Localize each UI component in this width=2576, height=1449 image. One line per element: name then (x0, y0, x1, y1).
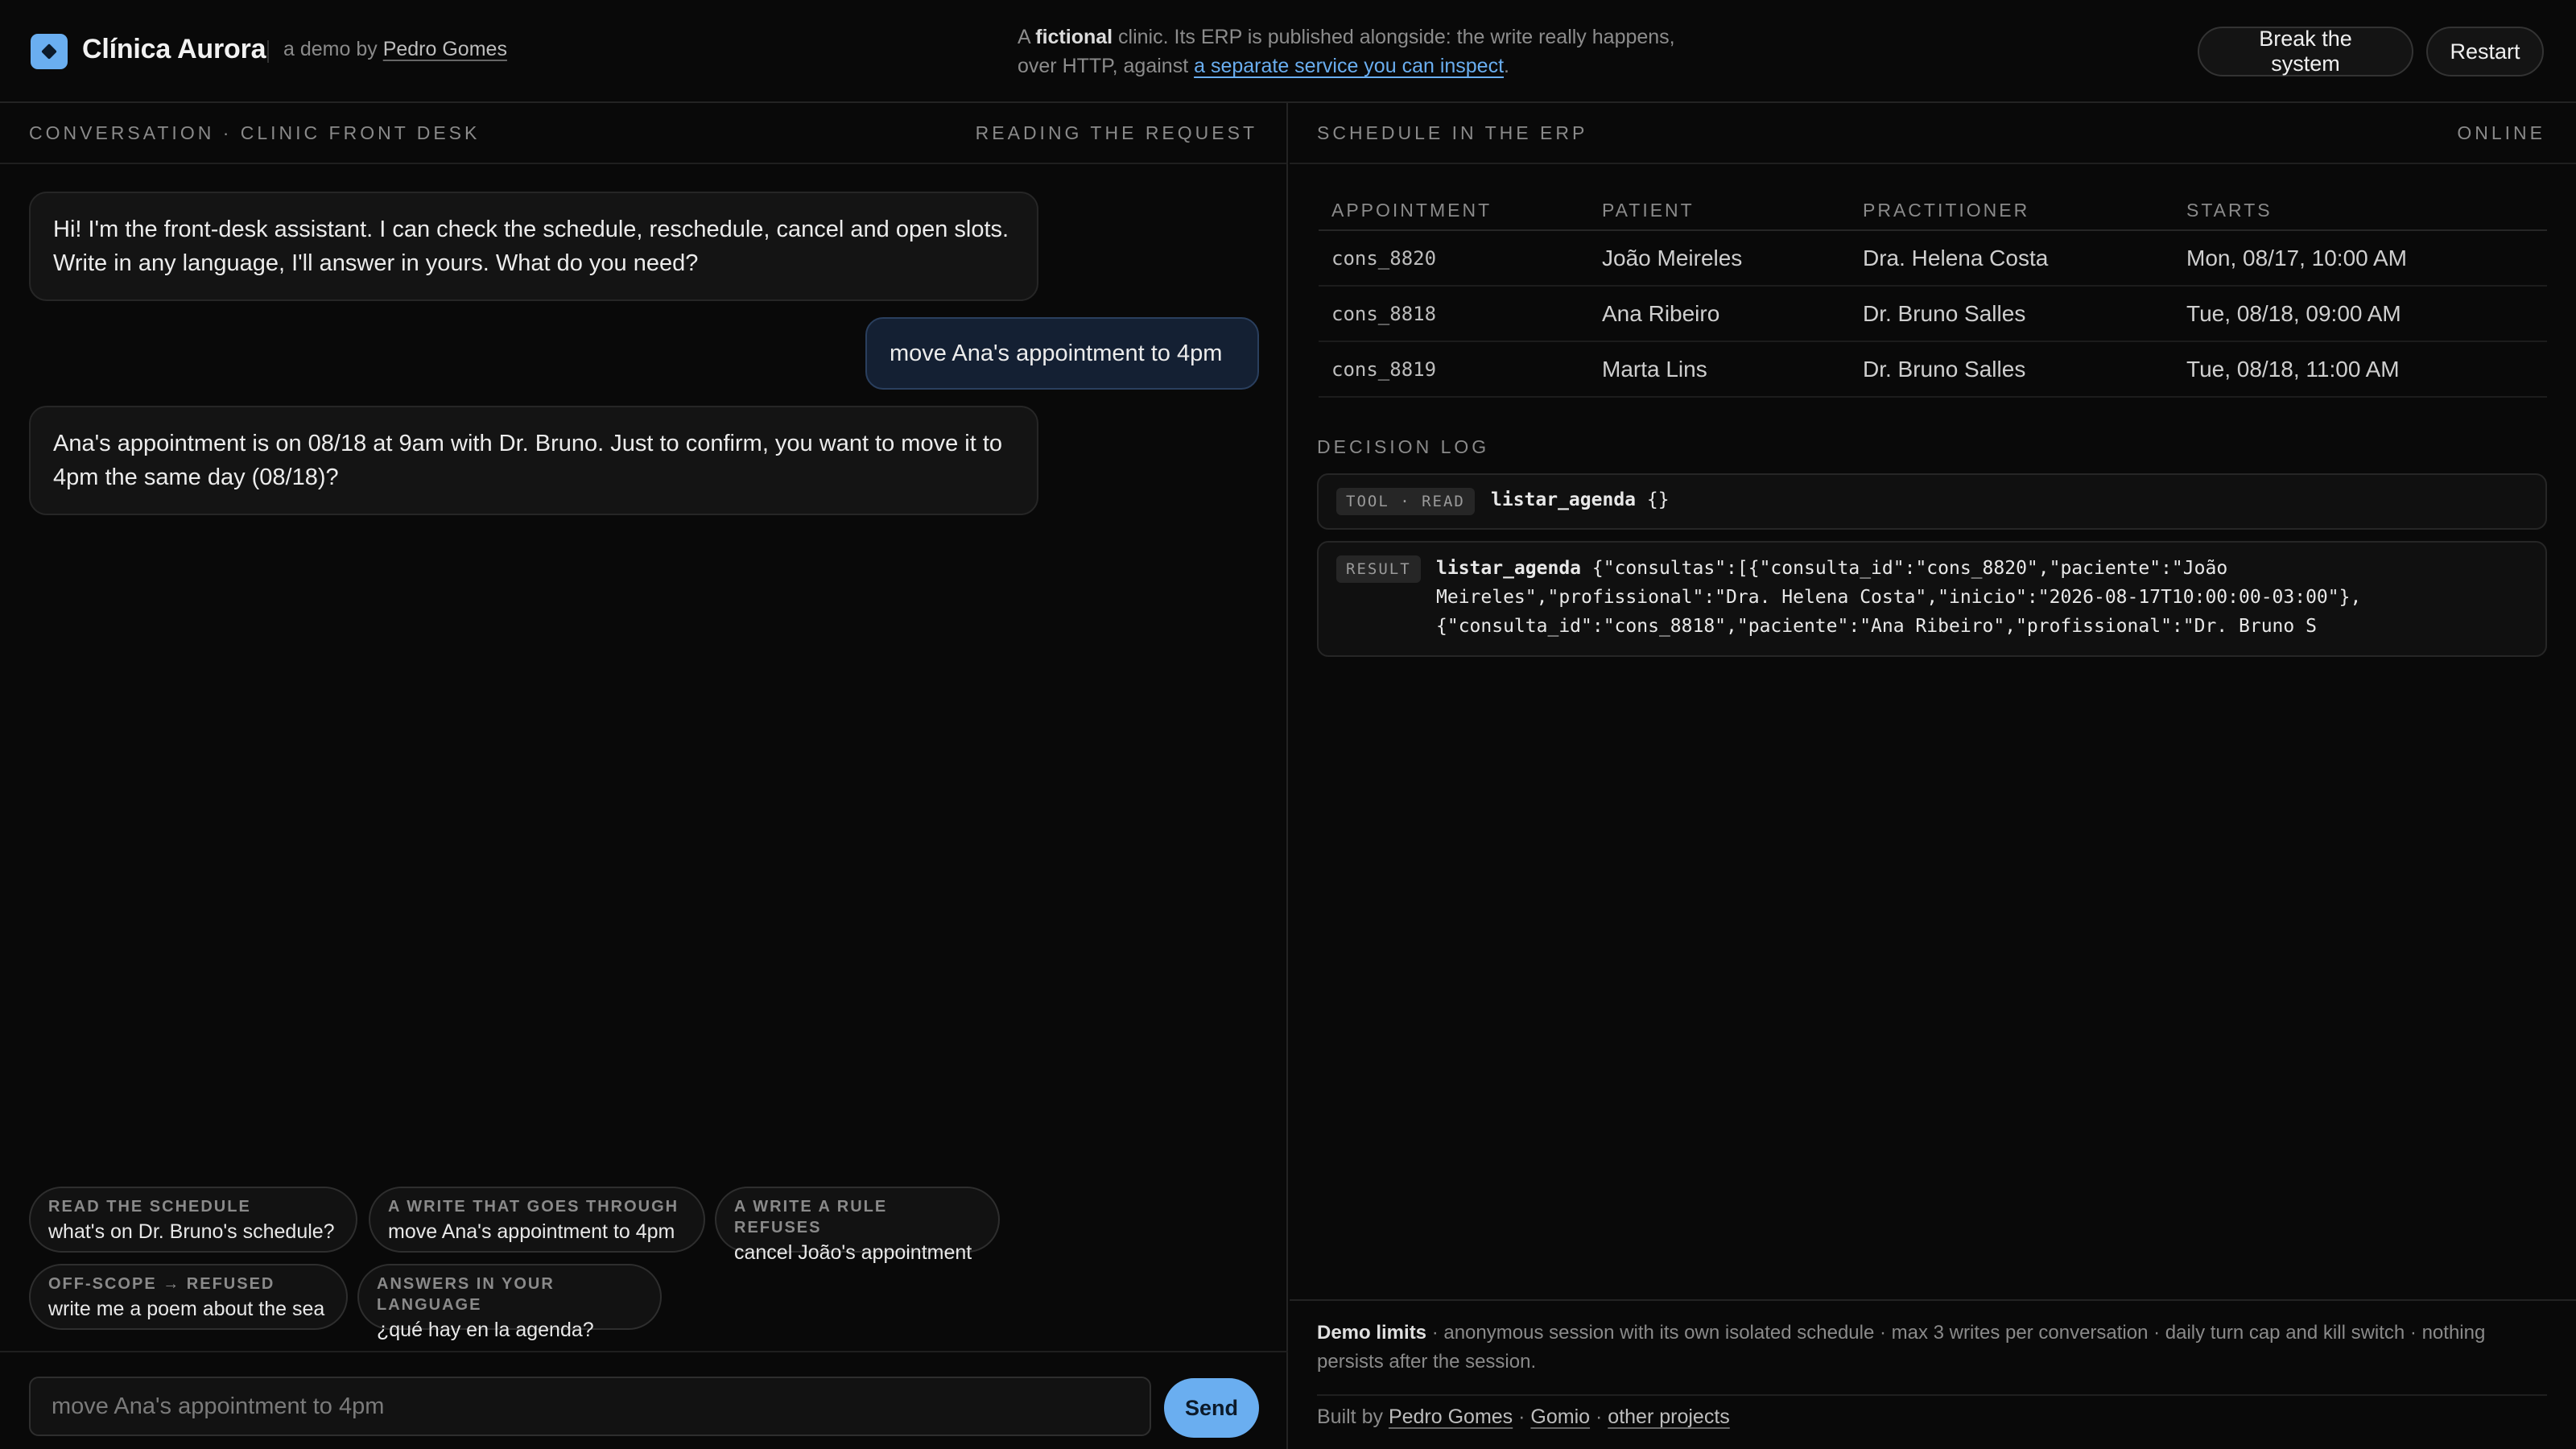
suggestion-chip-off-scope[interactable]: OFF-SCOPE → REFUSED write me a poem abou… (29, 1264, 348, 1330)
byline: a demo by Pedro Gomes (283, 38, 507, 61)
log-tag: RESULT (1336, 555, 1421, 583)
table-row: cons_8820 João Meireles Dra. Helena Cost… (1319, 230, 2547, 287)
assistant-message: Hi! I'm the front-desk assistant. I can … (29, 192, 1038, 301)
note-bold: fictional (1035, 26, 1113, 48)
assistant-message: Ana's appointment is on 08/18 at 9am wit… (29, 406, 1038, 515)
author-link[interactable]: Pedro Gomes (383, 38, 507, 60)
log-call: listar_agenda {} (1491, 489, 1670, 510)
header-note: A fictional clinic. Its ERP is published… (1018, 23, 1726, 80)
demo-limits-label: Demo limits (1317, 1322, 1427, 1344)
tool-name: listar_agenda (1491, 489, 1637, 510)
appointment-id: cons_8819 (1319, 341, 1589, 398)
log-entry-tool-read: TOOL · READ listar_agenda {} (1317, 473, 2547, 530)
suggestion-kind: READ THE SCHEDULE (48, 1198, 251, 1216)
result-payload: listar_agenda {"consultas":[{"consulta_i… (1436, 554, 2361, 641)
brand-name: Clínica Aurora (82, 34, 266, 64)
suggestion-kind: OFF-SCOPE → REFUSED (48, 1275, 275, 1293)
suggestion-text: what's on Dr. Bruno's schedule? (48, 1220, 335, 1243)
schedule-table: APPOINTMENT PATIENT PRACTITIONER STARTS … (1319, 192, 2547, 398)
erp-title: SCHEDULE IN THE ERP (1317, 122, 1588, 143)
column-header: PRACTITIONER (1850, 192, 2174, 231)
message-composer: Send (0, 1351, 1288, 1449)
practitioner-cell: Dr. Bruno Salles (1850, 286, 2174, 342)
top-header: Clínica Aurora a demo by Pedro Gomes A f… (0, 0, 2576, 103)
result-tool-name: listar_agenda (1436, 558, 1582, 579)
result-line: {"consulta_id":"cons_8818","paciente":"A… (1436, 616, 2317, 637)
note-a: A (1018, 26, 1030, 48)
suggestion-text: move Ana's appointment to 4pm (388, 1220, 675, 1243)
erp-pane: SCHEDULE IN THE ERP ONLINE APPOINTMENT P… (1290, 103, 2576, 1449)
note-end: . (1504, 55, 1509, 77)
column-header: PATIENT (1589, 192, 1850, 231)
result-line: {"consultas":[{"consulta_id":"cons_8820"… (1591, 558, 2228, 579)
demo-limits-text: · anonymous session with its own isolate… (1317, 1322, 2486, 1373)
appointment-id: cons_8818 (1319, 286, 1589, 342)
suggestion-chip-language[interactable]: ANSWERS IN YOUR LANGUAGE ¿qué hay en la … (357, 1264, 662, 1341)
conversation-status: READING THE REQUEST (975, 122, 1257, 143)
footer-divider (1317, 1394, 2547, 1396)
conversation-header: CONVERSATION · CLINIC FRONT DESK READING… (0, 103, 1286, 164)
starts-cell: Tue, 08/18, 09:00 AM (2174, 286, 2547, 342)
decision-log-title: DECISION LOG (1317, 436, 1490, 457)
patient-cell: João Meireles (1589, 230, 1850, 287)
appointment-id: cons_8820 (1319, 230, 1589, 287)
suggestion-kind: A WRITE A RULE REFUSES (734, 1198, 888, 1236)
suggestion-chip-write-refused[interactable]: A WRITE A RULE REFUSES cancel João's app… (715, 1187, 1000, 1264)
clinic-logo-icon (31, 34, 68, 69)
conversation-title: CONVERSATION · CLINIC FRONT DESK (29, 122, 481, 143)
patient-cell: Ana Ribeiro (1589, 286, 1850, 342)
footer-separator: · (1518, 1406, 1525, 1428)
brand-divider (267, 40, 269, 63)
suggestion-chip-read-schedule[interactable]: READ THE SCHEDULE what's on Dr. Bruno's … (29, 1187, 357, 1253)
restart-button[interactable]: Restart (2426, 27, 2544, 76)
byline-prefix: a demo by (283, 38, 378, 60)
gomio-link[interactable]: Gomio (1530, 1406, 1590, 1428)
table-header-row: APPOINTMENT PATIENT PRACTITIONER STARTS (1319, 192, 2547, 231)
built-by: Built by Pedro Gomes · Gomio · other pro… (1317, 1406, 1730, 1429)
suggestion-chip-write-through[interactable]: A WRITE THAT GOES THROUGH move Ana's app… (369, 1187, 705, 1253)
log-tag: TOOL · READ (1336, 488, 1475, 515)
suggestion-text: write me a poem about the sea (48, 1298, 325, 1320)
page-footer: Demo limits · anonymous session with its… (1290, 1299, 2576, 1449)
break-system-button[interactable]: Break the system (2198, 27, 2413, 76)
table-row: cons_8818 Ana Ribeiro Dr. Bruno Salles T… (1319, 286, 2547, 342)
practitioner-cell: Dr. Bruno Salles (1850, 341, 2174, 398)
starts-cell: Mon, 08/17, 10:00 AM (2174, 230, 2547, 287)
footer-separator: · (1596, 1406, 1603, 1428)
send-button[interactable]: Send (1164, 1378, 1259, 1438)
starts-cell: Tue, 08/18, 11:00 AM (2174, 341, 2547, 398)
suggestion-kind: A WRITE THAT GOES THROUGH (388, 1198, 679, 1216)
patient-cell: Marta Lins (1589, 341, 1850, 398)
practitioner-cell: Dra. Helena Costa (1850, 230, 2174, 287)
message-input[interactable] (29, 1377, 1151, 1436)
tool-args: {} (1646, 489, 1670, 510)
demo-limits: Demo limits · anonymous session with its… (1317, 1319, 2541, 1377)
table-row: cons_8819 Marta Lins Dr. Bruno Salles Tu… (1319, 341, 2547, 398)
author-footer-link[interactable]: Pedro Gomes (1389, 1406, 1513, 1428)
suggestion-text: ¿qué hay en la agenda? (377, 1319, 594, 1341)
erp-service-link[interactable]: a separate service you can inspect (1194, 55, 1504, 77)
suggestion-kind: ANSWERS IN YOUR LANGUAGE (377, 1275, 555, 1314)
erp-header: SCHEDULE IN THE ERP ONLINE (1290, 103, 2576, 164)
column-header: STARTS (2174, 192, 2547, 231)
built-by-label: Built by (1317, 1406, 1383, 1428)
user-message: move Ana's appointment to 4pm (865, 317, 1259, 390)
app-root: Clínica Aurora a demo by Pedro Gomes A f… (0, 0, 2576, 1449)
log-entry-result: RESULT listar_agenda {"consultas":[{"con… (1317, 541, 2547, 657)
note-b: clinic. Its ERP is published alongside: … (1118, 26, 1675, 48)
note-c: over HTTP, against (1018, 55, 1189, 77)
other-projects-link[interactable]: other projects (1608, 1406, 1729, 1428)
suggestion-text: cancel João's appointment (734, 1241, 972, 1264)
column-header: APPOINTMENT (1319, 192, 1589, 231)
conversation-pane: CONVERSATION · CLINIC FRONT DESK READING… (0, 103, 1288, 1449)
erp-status: ONLINE (2457, 122, 2545, 143)
result-line: Meireles","profissional":"Dra. Helena Co… (1436, 587, 2362, 608)
